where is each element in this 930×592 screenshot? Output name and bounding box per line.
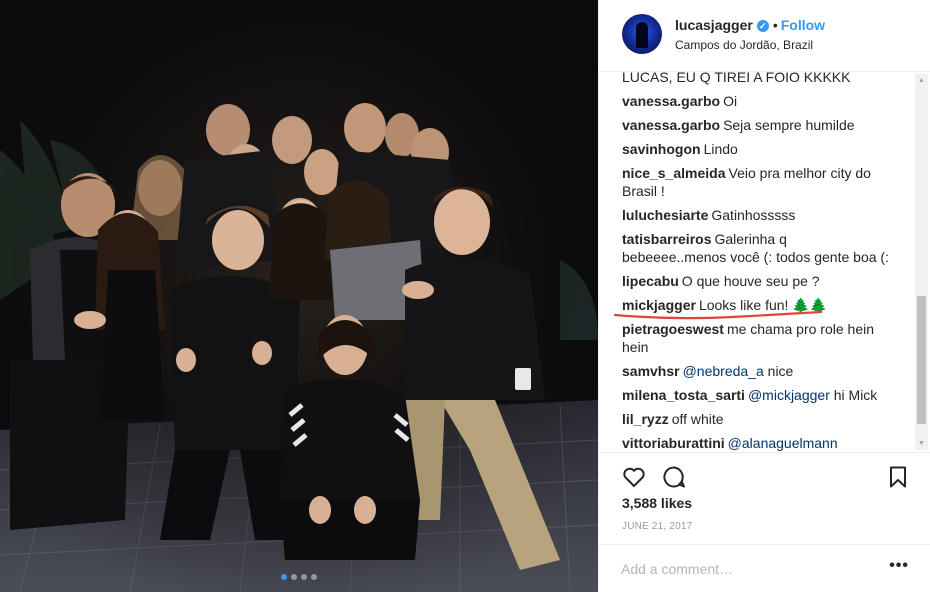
post-date[interactable]: JUNE 21, 2017 (622, 521, 692, 532)
location-link[interactable]: Campos do Jordão, Brazil (675, 38, 813, 52)
comment-username[interactable]: vanessa.garbo (622, 93, 720, 109)
speech-bubble-icon[interactable] (661, 464, 687, 490)
comment-item: savinhogon Lindo (622, 140, 912, 158)
comment-username[interactable]: lipecabu (622, 273, 679, 289)
post-photo[interactable] (0, 0, 598, 592)
group-photo-image (0, 0, 598, 592)
comments-scrollbar[interactable]: ▲ ▼ (915, 74, 928, 450)
add-comment-section: ••• (599, 544, 930, 592)
likes-count[interactable]: 3,588 likes (622, 495, 692, 511)
verified-badge-icon: ✓ (756, 20, 769, 32)
comment-username[interactable]: vanessa.garbo (622, 117, 720, 133)
scrollbar-thumb[interactable] (917, 296, 926, 424)
carousel-dot[interactable] (301, 574, 307, 580)
comment-item: pietragoeswest me chama pro role hein hei… (622, 320, 877, 356)
avatar-figure (636, 22, 648, 48)
post-side-panel: lucasjagger ✓ • Follow Campos do Jordão, Br… (598, 0, 930, 592)
more-options-icon[interactable]: ••• (889, 557, 909, 575)
action-bar (599, 452, 930, 494)
comment-username[interactable]: lil_ryzz (622, 411, 669, 427)
comment-text: Seja sempre humilde (723, 117, 855, 133)
comment-username[interactable]: pietragoeswest (622, 321, 724, 337)
scroll-up-arrow-icon[interactable]: ▲ (915, 74, 928, 87)
comment-text: Lindo (703, 141, 738, 157)
carousel-dots[interactable] (0, 574, 598, 580)
comment-username[interactable]: savinhogon (622, 141, 701, 157)
comment-text: O que houve seu pe ? (681, 273, 820, 289)
comment-mention[interactable]: @alanaguelmann (728, 435, 838, 451)
comment-item: milena_tosta_sarti @mickjagger hi Mick (622, 386, 912, 404)
comment-username[interactable]: tatisbarreiros (622, 231, 711, 247)
scroll-down-arrow-icon[interactable]: ▼ (915, 437, 928, 450)
separator-dot: • (772, 17, 778, 33)
comment-item: vanessa.garbo Oi (622, 92, 912, 110)
username-link[interactable]: lucasjagger (675, 17, 753, 33)
carousel-dot[interactable] (311, 574, 317, 580)
comment-item: vanessa.garbo Seja sempre humilde (622, 116, 912, 134)
comment-item: vittoriaburattini @alanaguelmann (622, 434, 912, 452)
comment-text: nice (763, 363, 794, 379)
comment-item: LUCAS, EU Q TIREI A FOIO KKKKK (622, 72, 912, 86)
heart-outline-icon[interactable] (621, 464, 647, 490)
bookmark-icon[interactable] (885, 464, 911, 490)
comment-item: lipecabu O que houve seu pe ? (622, 272, 912, 290)
add-comment-input[interactable] (621, 559, 881, 579)
comment-item: samvhsr @nebreda_a nice (622, 362, 912, 380)
comment-item: nice_s_almeida Veio pra melhor city do Br… (622, 164, 872, 200)
username-row: lucasjagger ✓ • Follow (675, 17, 825, 33)
comments-list[interactable]: LUCAS, EU Q TIREI A FOIO KKKKK vanessa.g… (599, 72, 930, 452)
comment-item: tatisbarreiros Galerinha q bebeeee..menos… (622, 230, 894, 266)
comment-text: off white (671, 411, 724, 427)
comment-username[interactable]: luluchesiarte (622, 207, 708, 223)
comment-item: luluchesiarte Gatinhosssss (622, 206, 912, 224)
comment-item: lil_ryzz off white (622, 410, 912, 428)
comment-username[interactable]: vittoriaburattini (622, 435, 725, 451)
comment-text: hi Mick (829, 387, 878, 403)
comment-username[interactable]: samvhsr (622, 363, 680, 379)
avatar[interactable] (622, 14, 662, 54)
comment-text: Oi (723, 93, 738, 109)
follow-button[interactable]: Follow (781, 17, 825, 33)
comment-mention[interactable]: @mickjagger (748, 387, 830, 403)
comment-text: LUCAS, EU Q TIREI A FOIO KKKKK (622, 72, 851, 85)
comment-username[interactable]: milena_tosta_sarti (622, 387, 745, 403)
comment-username[interactable]: nice_s_almeida (622, 165, 726, 181)
comment-text: Gatinhosssss (711, 207, 796, 223)
carousel-dot-active[interactable] (281, 574, 287, 580)
comment-mention[interactable]: @nebreda_a (683, 363, 764, 379)
post-header: lucasjagger ✓ • Follow Campos do Jordão, Br… (599, 0, 930, 72)
carousel-dot[interactable] (291, 574, 297, 580)
